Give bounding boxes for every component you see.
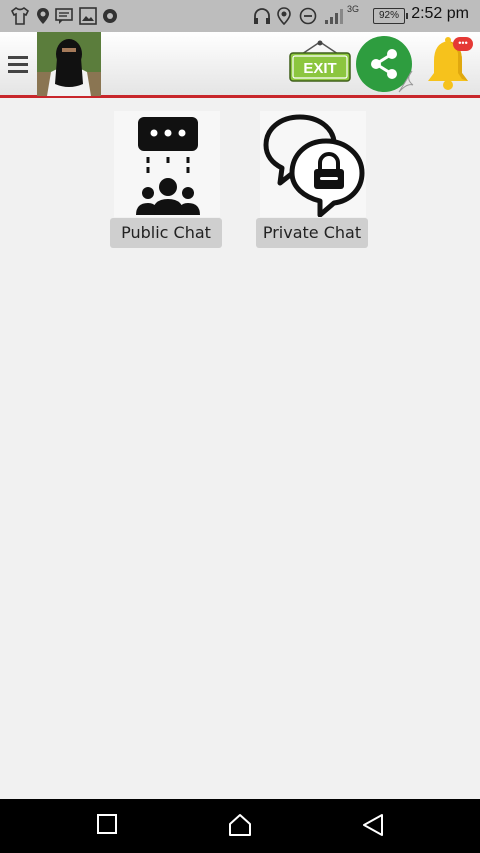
notification-badge: ••• (453, 37, 473, 51)
status-bar: 3G 92% 2:52 pm (0, 0, 480, 32)
menu-button[interactable] (8, 53, 28, 77)
home-button[interactable] (228, 813, 252, 837)
location-pin-icon (37, 8, 49, 24)
share-button[interactable] (355, 35, 415, 95)
exit-label: EXIT (303, 60, 336, 77)
exit-sign-icon: EXIT (289, 40, 351, 82)
person-photo (37, 32, 101, 96)
signal-bars-icon (325, 9, 343, 24)
group-chat-icon (114, 111, 220, 217)
battery-indicator: 92% (373, 8, 408, 24)
exit-button[interactable]: EXIT (288, 40, 352, 82)
recent-apps-button[interactable] (96, 813, 118, 835)
public-chat-tile[interactable]: Public Chat (110, 111, 224, 251)
headphones-icon (254, 8, 270, 24)
location-icon (277, 7, 291, 25)
system-navigation-bar (0, 799, 480, 853)
private-chat-tile[interactable]: Private Chat (256, 111, 370, 251)
profile-avatar[interactable] (37, 32, 101, 96)
notifications-button[interactable]: ••• (424, 35, 476, 91)
menu-icon (8, 56, 28, 59)
public-chat-label: Public Chat (110, 218, 222, 248)
image-icon (79, 7, 97, 25)
clock: 2:52 pm (411, 5, 469, 22)
private-chat-label: Private Chat (256, 218, 368, 248)
tshirt-icon (10, 7, 30, 25)
sync-icon (103, 9, 117, 23)
share-icon (356, 36, 414, 93)
back-button[interactable] (362, 813, 384, 837)
network-type: 3G (347, 4, 360, 14)
message-icon (55, 8, 73, 24)
lock-chat-icon (260, 111, 366, 217)
do-not-disturb-icon (299, 7, 317, 25)
